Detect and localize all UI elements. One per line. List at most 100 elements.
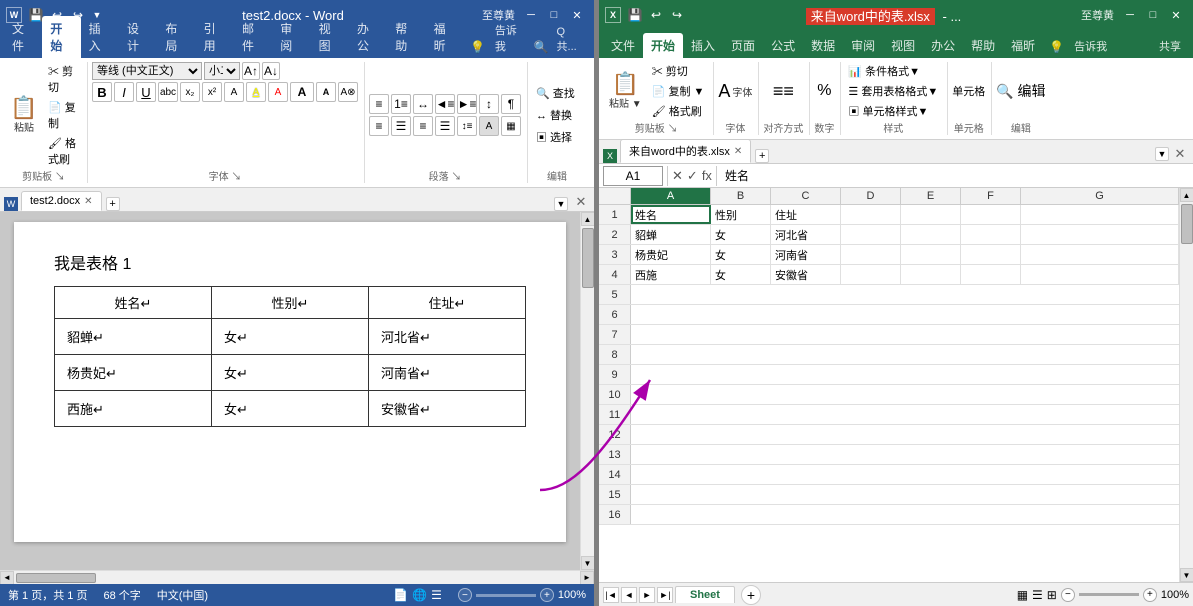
word-tab-user[interactable]: Q 共... (553, 22, 591, 58)
word-close-window[interactable]: ✕ (572, 193, 590, 211)
sheet-nav-prev[interactable]: ◄ (621, 587, 637, 603)
scroll-down-arrow[interactable]: ▼ (581, 556, 595, 570)
cell-D4[interactable] (841, 265, 901, 284)
word-zoom-slider[interactable] (476, 594, 536, 597)
col-header-F[interactable]: F (961, 188, 1021, 204)
excel-tab-view[interactable]: 视图 (883, 33, 923, 58)
font-size-a-small[interactable]: A (316, 82, 336, 102)
name-box[interactable] (603, 166, 663, 186)
excel-redo-icon[interactable]: ↪ (668, 6, 686, 24)
bold-button[interactable]: B (92, 82, 112, 102)
word-tab-office[interactable]: 办公 (349, 16, 387, 58)
excel-zoom-slider[interactable] (1079, 593, 1139, 596)
clear-format-btn[interactable]: A⊗ (338, 82, 358, 102)
col-header-B[interactable]: B (711, 188, 771, 204)
col-header-C[interactable]: C (771, 188, 841, 204)
excel-tab-insert[interactable]: 插入 (683, 33, 723, 58)
excel-view-pagebreak[interactable]: ⊞ (1047, 588, 1057, 602)
excel-view-layout[interactable]: ☰ (1032, 588, 1043, 602)
cell-B3[interactable]: 女 (711, 245, 771, 264)
strikethrough-button[interactable]: abc (158, 82, 178, 102)
excel-scroll-thumb[interactable] (1181, 204, 1193, 244)
cell-G2[interactable] (1021, 225, 1179, 244)
word-tab-home[interactable]: 开始 (42, 16, 80, 58)
align-right-btn[interactable]: ≡ (413, 116, 433, 136)
excel-cut-button[interactable]: ✂ 剪切 (649, 62, 708, 80)
excel-tab-close[interactable]: ✕ (734, 146, 742, 157)
cell-F1[interactable] (961, 205, 1021, 224)
word-view-outline[interactable]: ☰ (431, 588, 442, 602)
sort-btn[interactable]: ↕ (479, 94, 499, 114)
replace-btn[interactable]: ↔ 替换 (532, 105, 582, 125)
find-btn[interactable]: 🔍 查找 (532, 83, 582, 103)
word-vscrollbar[interactable]: ▲ ▼ (580, 212, 594, 570)
cell-A2[interactable]: 貂蝉 (631, 225, 711, 244)
scroll-left-arrow[interactable]: ◄ (0, 571, 14, 585)
word-view-web[interactable]: 🌐 (412, 588, 427, 602)
word-zoom-out-btn[interactable]: − (458, 588, 472, 602)
paste-button[interactable]: 📋 粘贴 (6, 62, 42, 168)
word-tab-ref[interactable]: 引用 (196, 16, 234, 58)
cell-A3[interactable]: 杨贵妃 (631, 245, 711, 264)
shading-btn[interactable]: A (479, 116, 499, 136)
word-tab-plus[interactable]: + (106, 197, 120, 211)
sheet-nav-last[interactable]: ►| (657, 587, 673, 603)
excel-tab-help[interactable]: 帮助 (963, 33, 1003, 58)
col-header-E[interactable]: E (901, 188, 961, 204)
excel-conditional-format-btn[interactable]: 📊 条件格式▼ (845, 62, 941, 80)
excel-view-normal[interactable]: ▦ (1017, 588, 1028, 602)
bullets-btn[interactable]: ≡ (369, 94, 389, 114)
subscript-button[interactable]: x₂ (180, 82, 200, 102)
word-tab-mail[interactable]: 邮件 (234, 16, 272, 58)
cell-C4[interactable]: 安徽省 (771, 265, 841, 284)
word-doc-tab[interactable]: test2.docx ✕ (21, 191, 102, 211)
copy-button[interactable]: 📄 复制 (45, 98, 81, 132)
word-view-print[interactable]: 📄 (393, 588, 408, 602)
cell-F4[interactable] (961, 265, 1021, 284)
word-tab-help[interactable]: 帮助 (387, 16, 425, 58)
excel-tab-foxit[interactable]: 福昕 (1003, 33, 1043, 58)
excel-tab-home[interactable]: 开始 (643, 33, 683, 58)
formula-cancel-icon[interactable]: ✕ (672, 168, 683, 184)
cell-E3[interactable] (901, 245, 961, 264)
excel-doc-tab[interactable]: 来自word中的表.xlsx ✕ (620, 139, 751, 163)
cell-G4[interactable] (1021, 265, 1179, 284)
multilevel-btn[interactable]: ↔ (413, 94, 433, 114)
border-btn[interactable]: ▦ (501, 116, 521, 136)
cell-A4[interactable]: 西施 (631, 265, 711, 284)
font-size-select[interactable]: 小二 (204, 62, 240, 80)
cell-D3[interactable] (841, 245, 901, 264)
cell-G1[interactable] (1021, 205, 1179, 224)
cut-button[interactable]: ✂ 剪切 (45, 62, 81, 96)
increase-font-btn[interactable]: A↑ (242, 62, 260, 80)
cell-D1[interactable] (841, 205, 901, 224)
font-name-select[interactable]: 等线 (中文正文) (92, 62, 202, 80)
close-btn-excel[interactable]: ✕ (1165, 4, 1187, 26)
line-spacing-btn[interactable]: ↕≡ (457, 116, 477, 136)
word-tab-layout[interactable]: 布局 (157, 16, 195, 58)
text-effect-button[interactable]: A (224, 82, 244, 102)
word-tabbar-scrollright[interactable]: ▼ (554, 197, 568, 211)
font-size-a-big[interactable]: A (290, 82, 314, 102)
cell-C1[interactable]: 住址 (771, 205, 841, 224)
col-header-D[interactable]: D (841, 188, 901, 204)
cell-A1[interactable]: 姓名 (631, 205, 711, 224)
excel-tab-plus[interactable]: + (755, 149, 769, 163)
scroll-right-arrow[interactable]: ► (580, 571, 594, 585)
formula-insert-fn-icon[interactable]: fx (702, 168, 712, 183)
underline-button[interactable]: U (136, 82, 156, 102)
word-tab-review[interactable]: 审阅 (272, 16, 310, 58)
sheet-nav-next[interactable]: ► (639, 587, 655, 603)
excel-save-icon[interactable]: 💾 (626, 6, 644, 24)
scroll-thumb[interactable] (582, 228, 594, 288)
cell-E4[interactable] (901, 265, 961, 284)
excel-copy-button[interactable]: 📄 复制 ▼ (649, 82, 708, 100)
italic-button[interactable]: I (114, 82, 134, 102)
word-tab-tellme[interactable]: 告诉我 (491, 18, 530, 58)
excel-tab-lightbulb[interactable]: 💡 (1043, 36, 1070, 58)
word-hscrollbar[interactable]: ◄ ► (0, 570, 594, 584)
formula-input[interactable] (721, 166, 1189, 186)
excel-paste-button[interactable]: 📋 粘贴 ▼ (605, 62, 646, 120)
decrease-font-btn[interactable]: A↓ (262, 62, 280, 80)
minimize-btn-excel[interactable]: ─ (1119, 4, 1141, 26)
